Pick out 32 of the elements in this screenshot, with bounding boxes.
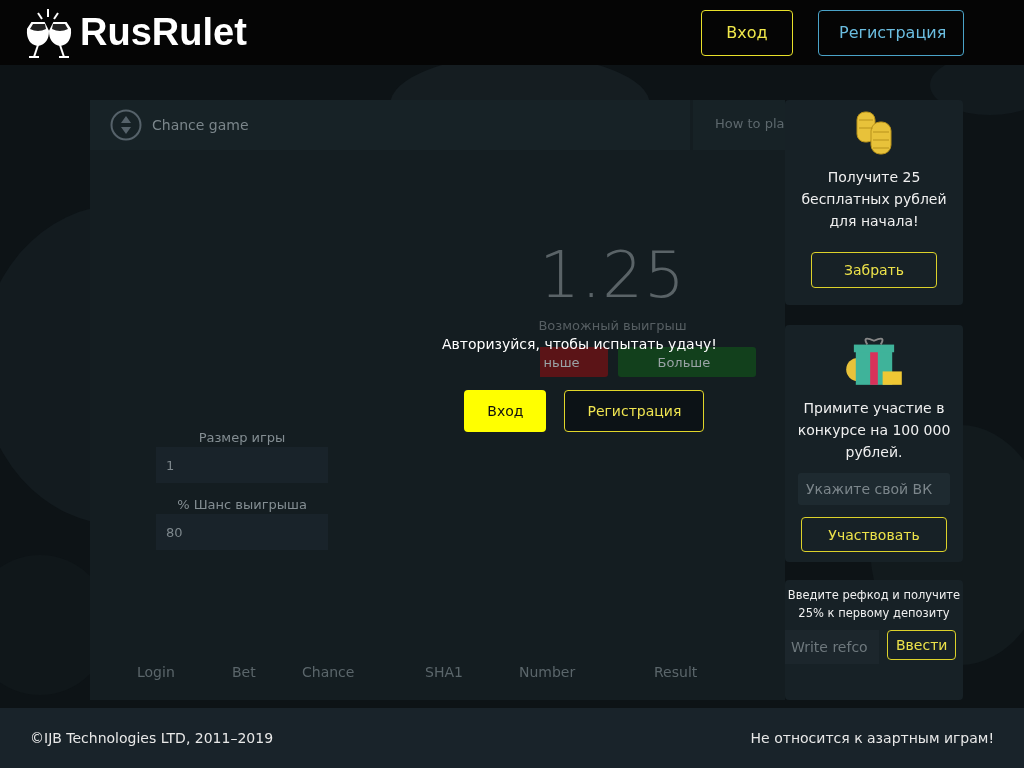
multiplier-value: 1.25 bbox=[539, 238, 686, 312]
gift-icon bbox=[843, 335, 905, 387]
disclaimer-text: Не относится к азартным играм! bbox=[750, 730, 994, 746]
promo-text: Введите рефкод и получите 25% к первому депозиту bbox=[786, 587, 962, 622]
register-button[interactable]: Регистрация bbox=[564, 390, 705, 432]
logo-text: RusRulet bbox=[80, 11, 247, 54]
number-field[interactable]: 1 bbox=[156, 447, 328, 483]
join-button[interactable]: Участвовать bbox=[801, 517, 947, 552]
field-label: Размер игры bbox=[197, 430, 287, 445]
column-header: SHA1 bbox=[425, 664, 464, 680]
register-button[interactable]: Регистрация bbox=[818, 9, 964, 56]
up-down-icon bbox=[110, 109, 142, 141]
promo-text: Получите 25 бесплатных рублей для начала! bbox=[800, 168, 948, 231]
multiplier-label: Возможный выигрыш bbox=[538, 318, 687, 333]
column-header: Login bbox=[137, 664, 176, 680]
field-label: % Шанс выигрыша bbox=[176, 497, 308, 512]
column-header: Result bbox=[654, 664, 699, 680]
game-title: Chance game bbox=[152, 117, 250, 133]
claim-button[interactable]: Забрать bbox=[811, 252, 937, 288]
copyright-text: ©IJB Technologies LTD, 2011–2019 bbox=[30, 730, 274, 746]
submit-button[interactable]: Ввести bbox=[887, 630, 957, 660]
number-field[interactable]: 80 bbox=[156, 514, 328, 550]
login-button[interactable]: Вход bbox=[701, 9, 793, 56]
column-header: Chance bbox=[302, 664, 356, 680]
column-header: Bet bbox=[232, 664, 257, 680]
coins-icon bbox=[855, 110, 893, 156]
refcode-field[interactable]: Write refco bbox=[785, 630, 879, 664]
column-header: Number bbox=[519, 664, 577, 680]
promo-text: Примите участие в конкурсе на 100 000 рублей. bbox=[796, 398, 952, 462]
wine-glasses-icon bbox=[24, 6, 74, 59]
vk-field[interactable]: Укажите свой ВК bbox=[798, 472, 950, 506]
login-button[interactable]: Вход bbox=[464, 390, 547, 432]
